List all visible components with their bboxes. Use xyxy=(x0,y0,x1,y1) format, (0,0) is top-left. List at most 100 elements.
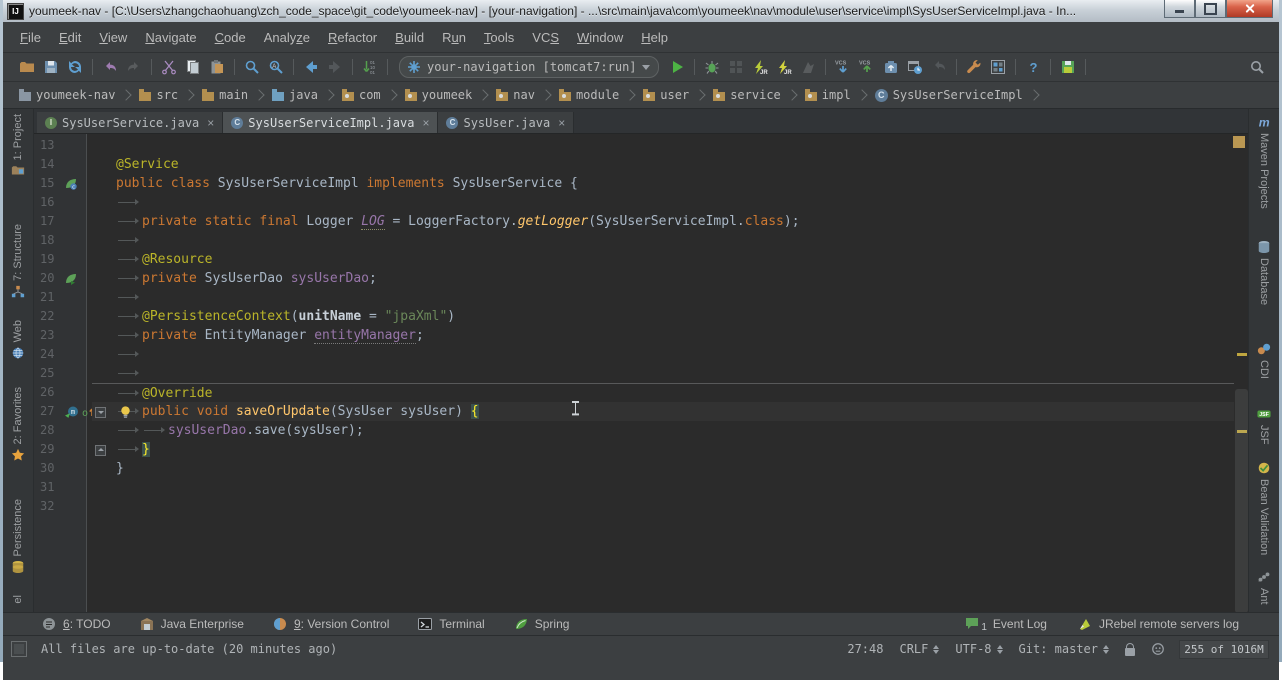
tool-stripe-button-1-project[interactable]: 1: Project xyxy=(3,114,33,178)
menu-build[interactable]: Build xyxy=(386,27,433,48)
line-body[interactable]: } xyxy=(92,459,1234,478)
tab-SysUserService.java[interactable]: ISysUserService.java× xyxy=(37,112,223,133)
tool-stripe-button-bean-validation[interactable]: Bean Validation xyxy=(1249,461,1279,555)
project-structure-button[interactable] xyxy=(987,56,1009,78)
tool-window-button-6-todo[interactable]: 6: TODO xyxy=(41,616,111,632)
breadcrumb-java[interactable]: java xyxy=(270,86,320,104)
tool-stripe-button-cdi[interactable]: CDI xyxy=(1249,342,1279,379)
tool-stripe-button-ant[interactable]: Ant xyxy=(1249,570,1279,605)
menu-tools[interactable]: Tools xyxy=(475,27,523,48)
debug-button[interactable] xyxy=(701,56,723,78)
run-button[interactable] xyxy=(666,56,688,78)
breadcrumb-nav[interactable]: nav xyxy=(494,86,537,104)
help-button[interactable]: ? xyxy=(1022,56,1044,78)
tool-window-button-java-enterprise[interactable]: Java Enterprise xyxy=(139,616,244,632)
line-body[interactable] xyxy=(92,364,1234,383)
copy-button[interactable] xyxy=(182,56,204,78)
breadcrumb-sysuserserviceimpl[interactable]: CSysUserServiceImpl xyxy=(873,86,1025,104)
menu-navigate[interactable]: Navigate xyxy=(136,27,205,48)
line-body[interactable]: private EntityManager entityManager; xyxy=(92,326,1234,345)
vcs-update-button[interactable]: VCS xyxy=(832,56,854,78)
close-button[interactable] xyxy=(1226,0,1273,18)
search-everywhere-button[interactable] xyxy=(1246,56,1268,78)
tool-stripe-button-el[interactable]: el xyxy=(3,595,33,604)
tool-window-button-9-version-control[interactable]: 9: Version Control xyxy=(272,616,389,632)
tool-window-button-jrebel-remote-servers-log[interactable]: JRebel remote servers log xyxy=(1077,616,1239,632)
breadcrumb-service[interactable]: service xyxy=(711,86,783,104)
line-body[interactable] xyxy=(92,136,1234,155)
encoding-widget[interactable]: UTF-8 xyxy=(955,642,1002,656)
menu-analyze[interactable]: Analyze xyxy=(255,27,319,48)
run-configuration-select[interactable]: your-navigation [tomcat7:run] xyxy=(399,56,659,78)
tab-SysUser.java[interactable]: CSysUser.java× xyxy=(438,112,574,133)
menu-help[interactable]: Help xyxy=(632,27,677,48)
undo-button[interactable] xyxy=(99,56,121,78)
find-button[interactable] xyxy=(241,56,263,78)
tool-window-button-spring[interactable]: Spring xyxy=(513,616,570,632)
line-body[interactable]: @Resource xyxy=(92,250,1234,269)
line-body[interactable]: @Service xyxy=(92,155,1234,174)
menu-file[interactable]: File xyxy=(11,27,50,48)
breadcrumb-user[interactable]: user xyxy=(641,86,691,104)
tab-close-icon[interactable]: × xyxy=(207,116,214,130)
editor-scrollbar[interactable] xyxy=(1235,389,1248,612)
editor[interactable]: 1314@Service15cpublic class SysUserServi… xyxy=(34,134,1248,612)
jrebel-debug-button[interactable]: JR xyxy=(773,56,795,78)
jrebel-run-button[interactable]: JR xyxy=(749,56,771,78)
tab-close-icon[interactable]: × xyxy=(558,116,565,130)
forward-button[interactable] xyxy=(324,56,346,78)
lock-widget[interactable] xyxy=(1125,643,1135,656)
line-body[interactable]: sysUserDao.save(sysUser); xyxy=(92,421,1234,440)
back-button[interactable] xyxy=(300,56,322,78)
tool-stripe-button-web[interactable]: Web xyxy=(3,320,33,360)
open-button[interactable] xyxy=(16,56,38,78)
settings-button[interactable] xyxy=(963,56,985,78)
attach-button[interactable] xyxy=(797,56,819,78)
line-body[interactable] xyxy=(92,345,1234,364)
breadcrumb-impl[interactable]: impl xyxy=(803,86,853,104)
minimize-button[interactable] xyxy=(1164,0,1195,18)
line-body[interactable] xyxy=(92,231,1234,250)
breadcrumb-module[interactable]: module xyxy=(557,86,621,104)
line-body[interactable]: } xyxy=(92,440,1234,459)
tab-close-icon[interactable]: × xyxy=(422,116,429,130)
tool-window-switcher-icon[interactable] xyxy=(11,641,27,657)
tool-stripe-button-database[interactable]: Database xyxy=(1249,240,1279,305)
line-body[interactable]: @PersistenceContext(unitName = "jpaXml") xyxy=(92,307,1234,326)
maximize-button[interactable] xyxy=(1195,0,1226,18)
menu-view[interactable]: View xyxy=(90,27,136,48)
line-endings-widget[interactable]: CRLF xyxy=(899,642,939,656)
line-body[interactable]: public void saveOrUpdate(SysUser sysUser… xyxy=(92,402,1234,421)
diff-lines-button[interactable]: 011001 xyxy=(359,56,381,78)
tab-SysUserServiceImpl.java[interactable]: CSysUserServiceImpl.java× xyxy=(223,112,438,133)
coverage-button[interactable] xyxy=(725,56,747,78)
breadcrumb-src[interactable]: src xyxy=(137,86,180,104)
rollback-button[interactable] xyxy=(928,56,950,78)
menu-window[interactable]: Window xyxy=(568,27,632,48)
line-body[interactable] xyxy=(92,497,1234,516)
line-body[interactable]: private static final Logger LOG = Logger… xyxy=(92,212,1234,231)
menu-edit[interactable]: Edit xyxy=(50,27,90,48)
tool-stripe-button-2-favorites[interactable]: 2: Favorites xyxy=(3,387,33,462)
hector-widget[interactable] xyxy=(1151,642,1165,656)
breadcrumb-main[interactable]: main xyxy=(200,86,250,104)
vcs-commit-button[interactable]: VCS xyxy=(856,56,878,78)
breadcrumb-youmeek[interactable]: youmeek xyxy=(403,86,475,104)
line-body[interactable] xyxy=(92,288,1234,307)
menu-vcs[interactable]: VCS xyxy=(523,27,568,48)
line-body[interactable] xyxy=(92,478,1234,497)
breadcrumb-com[interactable]: com xyxy=(340,86,383,104)
sync-button[interactable] xyxy=(64,56,86,78)
vcs-upload-button[interactable] xyxy=(880,56,902,78)
tool-stripe-button-7-structure[interactable]: 7: Structure xyxy=(3,224,33,299)
fold-marker[interactable] xyxy=(95,445,106,456)
line-body[interactable]: private SysUserDao sysUserDao; xyxy=(92,269,1234,288)
save-button[interactable] xyxy=(40,56,62,78)
jrebel-sync-button[interactable] xyxy=(1057,56,1079,78)
line-body[interactable] xyxy=(92,193,1234,212)
tool-stripe-button-persistence[interactable]: Persistence xyxy=(3,499,33,574)
menu-code[interactable]: Code xyxy=(206,27,255,48)
inspection-indicator-icon[interactable] xyxy=(1233,136,1245,148)
cut-button[interactable] xyxy=(158,56,180,78)
redo-button[interactable] xyxy=(123,56,145,78)
